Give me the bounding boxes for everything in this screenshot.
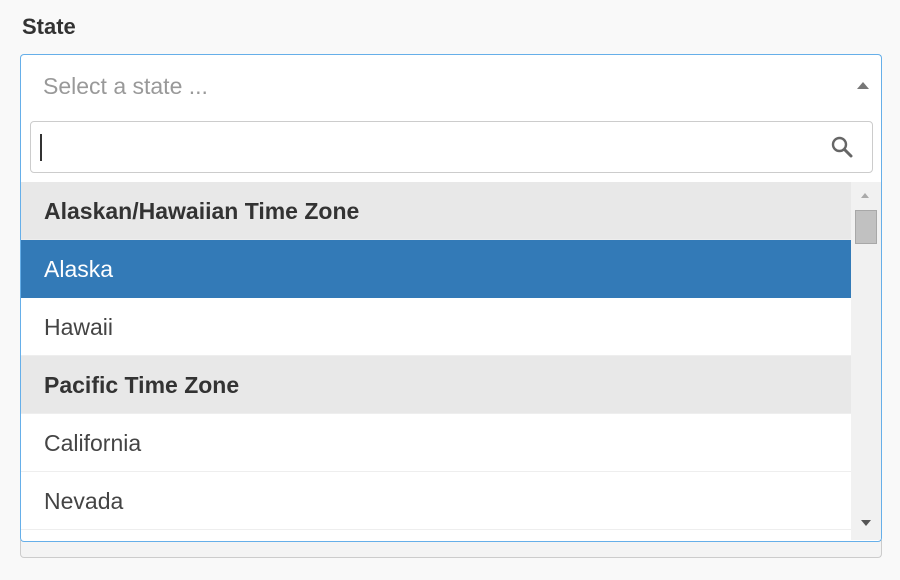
option-item[interactable]: Alaska (21, 240, 851, 298)
state-select[interactable]: Select a state ... (20, 54, 882, 118)
select-placeholder: Select a state ... (43, 73, 208, 99)
scrollbar[interactable] (851, 182, 881, 540)
scroll-up-arrow-icon[interactable] (861, 193, 869, 198)
field-label: State (22, 14, 76, 39)
option-group-header: Alaskan/Hawaiian Time Zone (21, 182, 851, 240)
option-item[interactable]: California (21, 414, 851, 472)
scroll-down-arrow-icon[interactable] (861, 520, 871, 526)
text-cursor (40, 134, 42, 161)
caret-up-icon[interactable] (857, 82, 869, 89)
underlying-field-edge (20, 540, 882, 558)
option-item[interactable]: Nevada (21, 472, 851, 530)
options-list: Alaskan/Hawaiian Time Zone Alaska Hawaii Pa… (21, 182, 851, 541)
dropdown-panel: Alaskan/Hawaiian Time Zone Alaska Hawaii Pa… (20, 118, 882, 542)
scroll-thumb[interactable] (855, 210, 877, 244)
search-icon (831, 136, 853, 158)
option-item[interactable]: Hawaii (21, 298, 851, 356)
search-input[interactable] (39, 128, 819, 166)
option-group-header: Pacific Time Zone (21, 356, 851, 414)
search-box[interactable] (30, 121, 873, 173)
